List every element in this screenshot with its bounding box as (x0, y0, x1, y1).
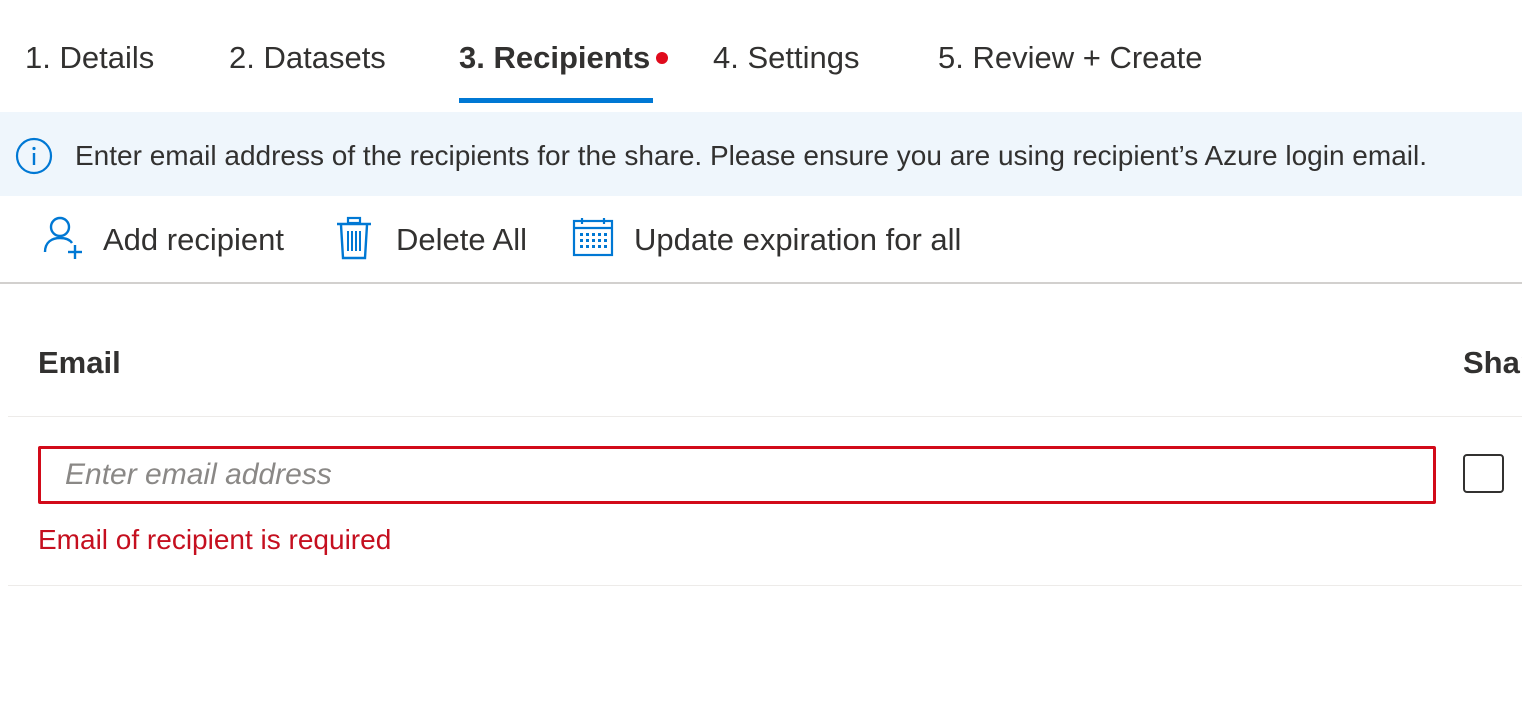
calendar-icon (572, 217, 614, 262)
tab-details[interactable]: 1. Details (25, 38, 154, 78)
email-input[interactable] (38, 446, 1436, 504)
info-icon (15, 137, 53, 175)
update-expiration-button[interactable]: Update expiration for all (572, 214, 984, 266)
toolbar-divider (0, 282, 1522, 284)
update-expiration-label: Update expiration for all (634, 222, 962, 257)
share-checkbox[interactable] (1463, 454, 1504, 493)
email-error-message: Email of recipient is required (38, 524, 392, 555)
column-header-email: Email (38, 345, 121, 380)
add-recipient-button[interactable]: Add recipient (42, 214, 302, 266)
delete-all-label: Delete All (396, 222, 527, 257)
column-header-share: Shar (1463, 345, 1522, 380)
tab-recipients[interactable]: 3. Recipients (459, 38, 650, 78)
tab-datasets[interactable]: 2. Datasets (229, 38, 386, 78)
add-recipient-label: Add recipient (103, 222, 284, 257)
tab-error-indicator (656, 52, 668, 64)
tab-settings[interactable]: 4. Settings (713, 38, 859, 78)
tab-review-create[interactable]: 5. Review + Create (938, 38, 1202, 78)
header-divider (8, 416, 1522, 417)
trash-icon (336, 216, 372, 265)
add-user-icon (42, 214, 86, 265)
active-tab-underline (459, 98, 653, 103)
info-banner-text: Enter email address of the recipients fo… (75, 140, 1427, 171)
row-divider (8, 585, 1522, 586)
wizard-tabs: 1. Details 2. Datasets 3. Recipients 4. … (0, 0, 1522, 112)
delete-all-button[interactable]: Delete All (336, 214, 536, 266)
